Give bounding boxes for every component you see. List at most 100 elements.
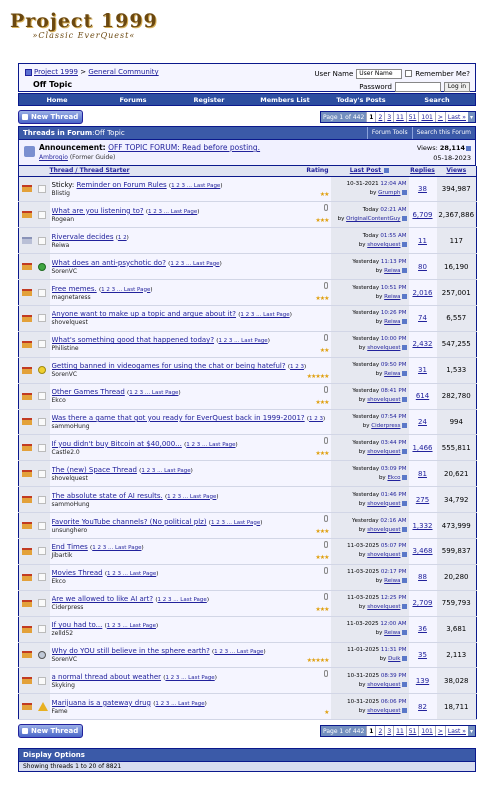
go-to-last-post-icon[interactable] xyxy=(401,319,407,325)
go-to-last-post-icon[interactable] xyxy=(401,474,407,480)
thread-starter[interactable]: Rogean xyxy=(52,216,331,223)
thread-starter[interactable]: Skyking xyxy=(52,682,331,689)
table-row[interactable]: Anyone want to make up a topic and argue… xyxy=(18,305,477,332)
thread-title-link[interactable]: The (new) Space Thread xyxy=(52,466,137,474)
new-thread-button[interactable]: New Thread xyxy=(18,110,84,124)
thread-starter[interactable]: Castle2.0 xyxy=(52,449,331,456)
thread-pages-links[interactable]: 1 2 3 ... Last Page xyxy=(211,520,260,526)
last-poster-link[interactable]: shovelquest xyxy=(367,604,400,610)
table-row[interactable]: a normal thread about weather (1 2 3 ...… xyxy=(18,667,477,695)
thread-title-link[interactable]: If you had to... xyxy=(52,621,103,629)
go-to-last-post-icon[interactable] xyxy=(401,293,407,299)
page-link[interactable]: 101 xyxy=(418,112,434,122)
thread-title-link[interactable]: Are we allowed to like AI art? xyxy=(52,595,154,603)
go-to-last-post-icon[interactable] xyxy=(401,681,407,687)
sort-icon[interactable] xyxy=(384,168,390,174)
pager-dropdown-icon[interactable]: ▾ xyxy=(467,726,475,737)
thread-title-link[interactable]: a normal thread about weather xyxy=(52,673,162,681)
thread-title-link[interactable]: What does an anti-psychotic do? xyxy=(52,259,166,267)
replies-count[interactable]: 74 xyxy=(418,314,427,322)
replies-count[interactable]: 81 xyxy=(418,470,427,478)
thread-title-link[interactable]: End Times xyxy=(52,543,88,551)
last-poster-link[interactable]: Duik xyxy=(388,656,400,662)
last-poster-link[interactable]: shovelquest xyxy=(367,708,400,714)
table-row[interactable]: What's something good that happened toda… xyxy=(18,331,477,358)
nav-members-list[interactable]: Members List xyxy=(247,94,323,105)
page-link[interactable]: 3 xyxy=(384,726,393,737)
breadcrumb-forum[interactable]: General Community xyxy=(88,68,158,76)
thread-pages-links[interactable]: 1 2 3 ... Last Page xyxy=(92,545,141,551)
forum-tools-menu[interactable]: Forum Tools xyxy=(366,127,412,139)
table-row[interactable]: Free memes. (1 2 3 ... Last Page) magneta… xyxy=(18,279,477,306)
thread-starter[interactable]: SorenVC xyxy=(52,656,331,663)
last-page-link[interactable]: Last » xyxy=(444,726,468,737)
replies-count[interactable]: 275 xyxy=(416,496,429,504)
last-poster-link[interactable]: shovelquest xyxy=(367,682,400,688)
thread-pages-links[interactable]: 1 2 3 ... Last Page xyxy=(218,338,267,344)
nav-search[interactable]: Search xyxy=(399,94,475,105)
password-input[interactable] xyxy=(394,81,441,92)
nav-todays-posts[interactable]: Today's Posts xyxy=(323,94,399,105)
thread-title-link[interactable]: Movies Thread xyxy=(52,569,103,577)
thread-pages-links[interactable]: 1 2 3 ... Last Page xyxy=(167,494,216,500)
next-page-link[interactable]: > xyxy=(434,112,445,122)
table-row[interactable]: End Times (1 2 3 ... Last Page) Jibartik ★… xyxy=(18,538,477,565)
last-poster-link[interactable]: shovelquest xyxy=(367,449,400,455)
thread-starter[interactable]: Ekco xyxy=(52,578,331,585)
last-poster-link[interactable]: shovelquest xyxy=(367,242,400,248)
col-rating[interactable]: Rating xyxy=(306,167,330,174)
last-poster-link[interactable]: Reiwa xyxy=(384,578,400,584)
replies-count[interactable]: 2,016 xyxy=(412,289,432,297)
thread-title-link[interactable]: Why do YOU still believe in the sphere e… xyxy=(52,647,210,655)
thread-title-link[interactable]: Was there a game that got you ready for … xyxy=(52,414,305,422)
go-to-last-post-icon[interactable] xyxy=(401,707,407,713)
last-poster-link[interactable]: Reiwa xyxy=(384,294,400,300)
page-link[interactable]: 11 xyxy=(393,112,406,122)
go-to-last-post-icon[interactable] xyxy=(401,397,407,403)
last-poster-link[interactable]: Reiwa xyxy=(384,268,400,274)
thread-starter[interactable]: shovelquest xyxy=(52,319,331,326)
thread-pages-links[interactable]: 1 2 3 ... Last Page xyxy=(129,390,178,396)
table-row[interactable]: The absolute state of AI results. (1 2 3… xyxy=(18,486,477,514)
breadcrumb-root[interactable]: Project 1999 xyxy=(34,68,78,76)
last-poster-link[interactable]: shovelquest xyxy=(367,552,400,558)
thread-starter[interactable]: Reiwa xyxy=(52,242,331,249)
thread-title-link[interactable]: Rivervale decides xyxy=(52,233,114,241)
replies-count[interactable]: 3,468 xyxy=(412,547,432,555)
go-to-last-post-icon[interactable] xyxy=(401,371,407,377)
page-link[interactable]: 11 xyxy=(393,726,406,737)
go-to-last-post-icon[interactable] xyxy=(401,448,407,454)
thread-pages-links[interactable]: 1 2 3 ... Last Page xyxy=(107,623,156,629)
thread-title-link[interactable]: Favorite YouTube channels? (No political… xyxy=(52,518,207,526)
thread-title-link[interactable]: Marijuana is a gateway drug xyxy=(52,699,151,707)
table-row[interactable]: Rivervale decides (1 2) Reiwa Today 01:55 … xyxy=(18,227,477,255)
announcement-author[interactable]: Ambrogio xyxy=(39,154,68,161)
table-row[interactable]: Movies Thread (1 2 3 ... Last Page) Ekco 1… xyxy=(18,564,477,591)
last-poster-link[interactable]: OriginalContentGuy xyxy=(346,216,400,222)
nav-home[interactable]: Home xyxy=(19,94,95,105)
thread-starter[interactable]: magnetaress xyxy=(52,294,331,301)
thread-pages-links[interactable]: 1 2 3 xyxy=(309,416,323,422)
table-row[interactable]: Other Games Thread (1 2 3 ... Last Page)… xyxy=(18,383,477,410)
go-to-last-post-icon[interactable] xyxy=(401,630,407,636)
page-link[interactable]: 3 xyxy=(384,112,393,122)
go-to-last-post-icon[interactable] xyxy=(401,604,407,610)
replies-count[interactable]: 11 xyxy=(418,237,427,245)
table-row[interactable]: Sticky: Reminder on Forum Rules (1 2 3 .… xyxy=(18,176,477,203)
replies-count[interactable]: 38 xyxy=(418,185,427,193)
go-to-last-post-icon[interactable] xyxy=(401,267,407,273)
replies-count[interactable]: 6,709 xyxy=(412,211,432,219)
thread-starter[interactable]: shovelquest xyxy=(52,475,331,482)
table-row[interactable]: Marijuana is a gateway drug (1 2 3 ... L… xyxy=(18,693,477,721)
go-to-last-post-icon[interactable] xyxy=(401,578,407,584)
col-thread[interactable]: Thread / Thread Starter Rating xyxy=(49,166,331,177)
thread-title-link[interactable]: Getting banned in videogames for using t… xyxy=(52,362,286,370)
go-to-last-post-icon[interactable] xyxy=(401,345,407,351)
replies-count[interactable]: 36 xyxy=(418,625,427,633)
go-to-last-post-icon[interactable] xyxy=(401,552,407,558)
thread-pages-links[interactable]: 1 2 3 ... Last Page xyxy=(240,312,289,318)
replies-count[interactable]: 1,332 xyxy=(412,522,432,530)
replies-count[interactable]: 139 xyxy=(416,677,429,685)
table-row[interactable]: If you had to... (1 2 3 ... Last Page) ze… xyxy=(18,616,477,643)
search-forum-menu[interactable]: Search this Forum xyxy=(411,127,475,139)
